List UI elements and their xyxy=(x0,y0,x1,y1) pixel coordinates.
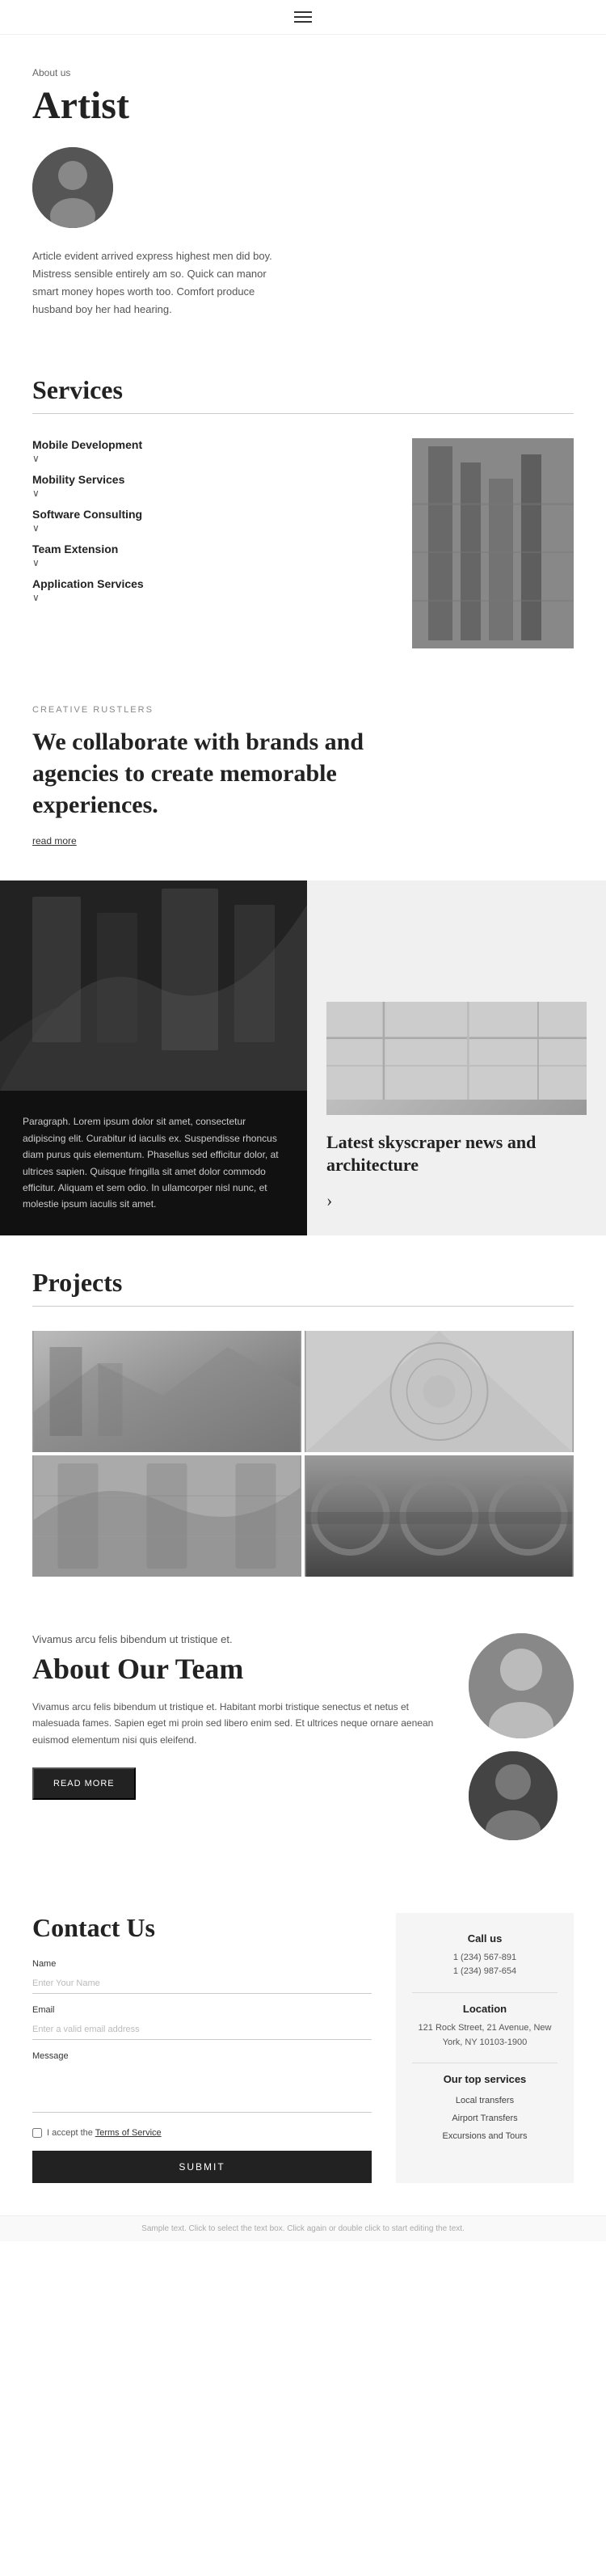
services-list: Mobile Development ∨ Mobility Services ∨… xyxy=(32,438,388,648)
project-img-1[interactable] xyxy=(32,1331,301,1452)
contact-left: Contact Us Name Email Message I accept t… xyxy=(32,1913,372,2183)
service-item-1: Mobile Development ∨ xyxy=(32,438,388,465)
projects-grid xyxy=(32,1331,574,1577)
services-section: Services Mobile Development ∨ Mobility S… xyxy=(0,343,606,665)
services-image xyxy=(412,438,574,648)
service-name-3: Software Consulting xyxy=(32,508,388,521)
contact-sidebar: Call us 1 (234) 567-891 1 (234) 987-654 … xyxy=(396,1913,574,2183)
dark-right: Latest skyscraper news and architecture … xyxy=(307,880,606,1235)
message-label: Message xyxy=(32,2051,372,2061)
chevron-1[interactable]: ∨ xyxy=(32,453,388,465)
service-airport: Airport Transfers xyxy=(412,2109,558,2127)
projects-divider xyxy=(32,1306,574,1307)
footer-note: Sample text. Click to select the text bo… xyxy=(141,2224,465,2233)
hamburger-button[interactable] xyxy=(294,11,312,23)
team-section: Vivamus arcu felis bibendum ut tristique… xyxy=(0,1593,606,1881)
team-text: Vivamus arcu felis bibendum ut tristique… xyxy=(32,1699,436,1748)
dark-section: Paragraph. Lorem ipsum dolor sit amet, c… xyxy=(0,880,606,1235)
terms-link[interactable]: Terms of Service xyxy=(95,2128,162,2138)
team-right xyxy=(469,1633,574,1840)
terms-checkbox[interactable] xyxy=(32,2128,42,2138)
chevron-3[interactable]: ∨ xyxy=(32,522,388,534)
dark-left: Paragraph. Lorem ipsum dolor sit amet, c… xyxy=(0,880,307,1235)
about-bio: Article evident arrived express highest … xyxy=(32,247,291,319)
top-services-list: Local transfers Airport Transfers Excurs… xyxy=(412,2092,558,2145)
top-services-title: Our top services xyxy=(412,2073,558,2085)
team-avatar-2 xyxy=(469,1751,558,1840)
phone-numbers: 1 (234) 567-891 1 (234) 987-654 xyxy=(412,1951,558,1979)
dark-paragraph: Paragraph. Lorem ipsum dolor sit amet, c… xyxy=(0,1091,307,1235)
name-label: Name xyxy=(32,1959,372,1969)
projects-title: Projects xyxy=(32,1268,574,1298)
contact-title: Contact Us xyxy=(32,1913,372,1943)
about-section: About us Artist Article evident arrived … xyxy=(0,35,606,343)
chevron-4[interactable]: ∨ xyxy=(32,557,388,569)
service-item-5: Application Services ∨ xyxy=(32,577,388,604)
email-field-group: Email xyxy=(32,2005,372,2040)
skyscraper-title: Latest skyscraper news and architecture xyxy=(326,1131,587,1177)
service-excursions: Excursions and Tours xyxy=(412,2127,558,2145)
services-divider xyxy=(32,413,574,414)
team-left: Vivamus arcu felis bibendum ut tristique… xyxy=(32,1633,436,1800)
team-avatar-1 xyxy=(469,1633,574,1738)
services-title: Services xyxy=(32,375,574,405)
read-more-button[interactable]: READ MORE xyxy=(32,1767,136,1800)
avatar xyxy=(32,147,113,228)
project-img-3[interactable] xyxy=(32,1455,301,1577)
creative-read-more[interactable]: read more xyxy=(32,835,77,847)
projects-section: Projects xyxy=(0,1235,606,1593)
project-img-4[interactable] xyxy=(305,1455,574,1577)
name-field-group: Name xyxy=(32,1959,372,1994)
service-item-4: Team Extension ∨ xyxy=(32,543,388,569)
dark-image-top xyxy=(0,880,307,1091)
dark-image-small xyxy=(326,1002,587,1115)
sidebar-divider-1 xyxy=(412,1992,558,1993)
service-name-1: Mobile Development xyxy=(32,438,388,451)
service-name-2: Mobility Services xyxy=(32,473,388,486)
email-label: Email xyxy=(32,2005,372,2015)
service-local: Local transfers xyxy=(412,2092,558,2109)
service-item-2: Mobility Services ∨ xyxy=(32,473,388,500)
chevron-2[interactable]: ∨ xyxy=(32,488,388,500)
service-name-5: Application Services xyxy=(32,577,388,590)
message-field-group: Message xyxy=(32,2051,372,2117)
email-input[interactable] xyxy=(32,2018,372,2040)
service-item-3: Software Consulting ∨ xyxy=(32,508,388,534)
about-title: Artist xyxy=(32,83,574,128)
call-us-title: Call us xyxy=(412,1932,558,1945)
location-address: 121 Rock Street, 21 Avenue, New York, NY… xyxy=(412,2021,558,2050)
terms-text: I accept the Terms of Service xyxy=(47,2128,162,2138)
project-img-2[interactable] xyxy=(305,1331,574,1452)
footer: Sample text. Click to select the text bo… xyxy=(0,2215,606,2241)
submit-button[interactable]: SUBMIT xyxy=(32,2151,372,2183)
creative-label: Creative Rustlers xyxy=(32,705,574,715)
team-title: About Our Team xyxy=(32,1652,436,1686)
arrow-right-icon[interactable]: › xyxy=(326,1190,587,1211)
phone-1: 1 (234) 567-891 xyxy=(453,1953,516,1962)
dark-right-inner: Latest skyscraper news and architecture … xyxy=(326,1131,587,1211)
contact-section: Contact Us Name Email Message I accept t… xyxy=(0,1881,606,2215)
creative-section: Creative Rustlers We collaborate with br… xyxy=(0,665,606,880)
phone-2: 1 (234) 987-654 xyxy=(453,1966,516,1976)
creative-title: We collaborate with brands and agencies … xyxy=(32,726,372,821)
service-name-4: Team Extension xyxy=(32,543,388,555)
navbar xyxy=(0,0,606,35)
name-input[interactable] xyxy=(32,1972,372,1994)
team-subtitle: Vivamus arcu felis bibendum ut tristique… xyxy=(32,1633,436,1645)
about-label: About us xyxy=(32,67,574,78)
location-title: Location xyxy=(412,2003,558,2015)
chevron-5[interactable]: ∨ xyxy=(32,592,388,604)
terms-row: I accept the Terms of Service xyxy=(32,2128,372,2138)
message-input[interactable] xyxy=(32,2064,372,2113)
